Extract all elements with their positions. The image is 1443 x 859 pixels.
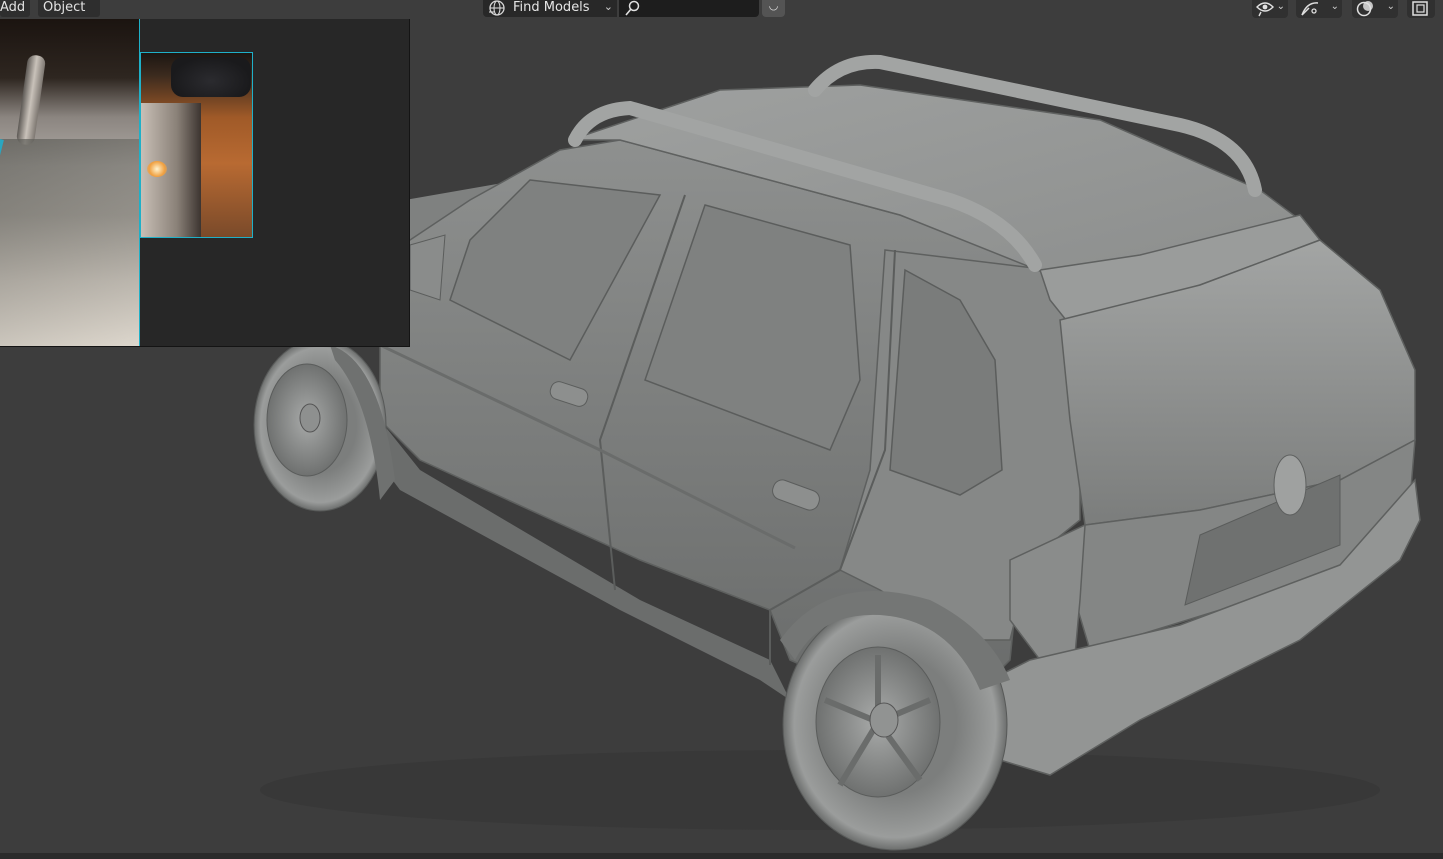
find-models-label: Find Models [513, 0, 590, 15]
chevron-down-icon: ⌄ [603, 0, 613, 13]
status-bar [0, 853, 1443, 859]
search-input[interactable] [619, 0, 759, 17]
search-icon [625, 0, 640, 16]
globe-icon [487, 0, 505, 17]
search-options-button[interactable]: ◡ [762, 0, 785, 17]
visibility-icon [1256, 2, 1274, 17]
xray-toggle-icon [1412, 1, 1428, 16]
visibility-dropdown[interactable]: ⌄ [1252, 0, 1288, 18]
rear-emblem [1273, 454, 1307, 516]
photo-glass-detail [0, 139, 139, 346]
menu-add[interactable]: Add [0, 0, 30, 17]
photo-rail-detail [15, 54, 47, 146]
reference-photo-roof-rail[interactable] [0, 19, 139, 346]
xray-toggle[interactable] [1407, 0, 1435, 18]
menu-object[interactable]: Object [38, 0, 100, 17]
front-wheel [253, 338, 387, 512]
find-models-dropdown[interactable]: Find Models ⌄ [483, 0, 617, 17]
viewport-header: Add Object Find Models ⌄ ◡ ⌄ ⌄ ⌄ [0, 0, 1443, 19]
reference-image-panel[interactable] [0, 19, 410, 347]
car-side-mirror [409, 234, 446, 301]
gizmo-icon [1301, 2, 1319, 16]
overlays-icon [1356, 1, 1373, 17]
reference-photo-street[interactable] [140, 52, 253, 238]
chevron-down-icon: ⌄ [1386, 1, 1395, 12]
chevron-down-icon: ⌄ [1276, 1, 1285, 12]
chevron-down-icon: ⌄ [1330, 1, 1339, 12]
gizmo-dropdown[interactable]: ⌄ [1296, 0, 1342, 18]
overlays-dropdown[interactable]: ⌄ [1352, 0, 1398, 18]
photo-parked-cars [171, 57, 251, 97]
photo-headlight [147, 161, 167, 177]
